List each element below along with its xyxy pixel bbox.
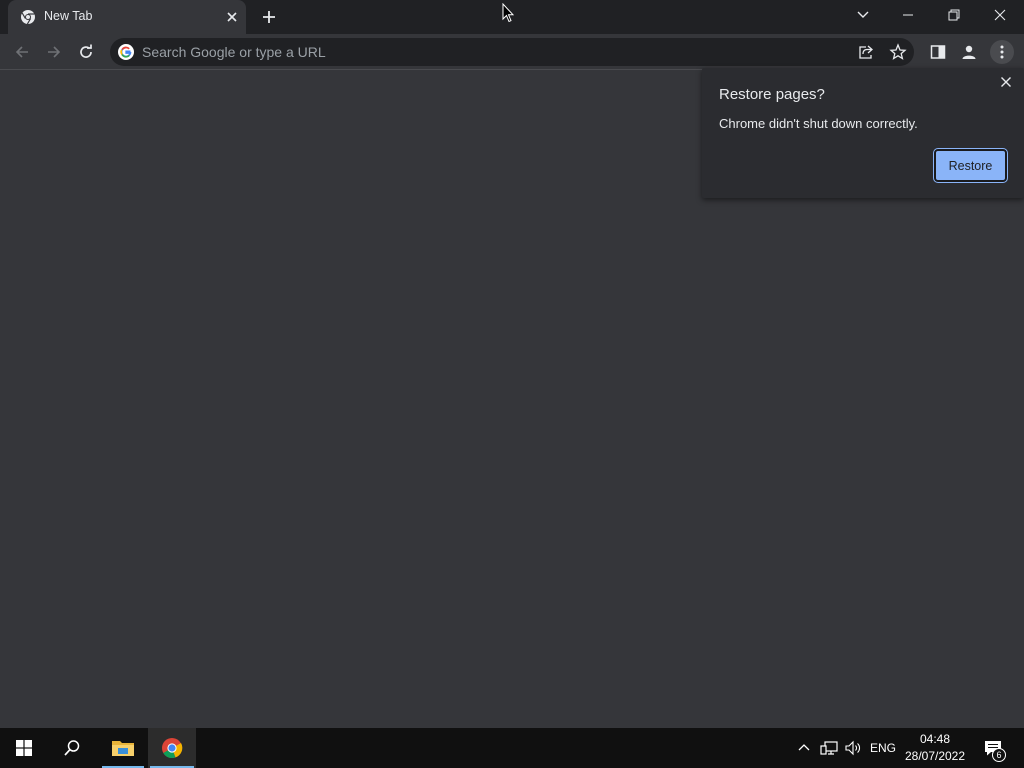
taskbar-file-explorer[interactable] <box>100 728 146 768</box>
minimize-icon <box>903 14 913 16</box>
search-icon <box>64 740 80 756</box>
close-icon <box>994 9 1006 21</box>
forward-button[interactable] <box>42 40 66 64</box>
chrome-icon <box>162 738 183 759</box>
address-bar-input[interactable] <box>142 38 822 66</box>
mouse-cursor-icon <box>502 3 514 23</box>
back-button[interactable] <box>10 40 34 64</box>
minimize-button[interactable] <box>885 0 931 30</box>
dialog-message: Chrome didn't shut down correctly. <box>719 116 918 131</box>
arrow-left-icon <box>15 46 28 58</box>
profile-button[interactable] <box>957 40 981 64</box>
star-icon[interactable] <box>889 43 907 61</box>
input-language-indicator[interactable]: ENG <box>868 728 898 768</box>
share-icon[interactable] <box>857 43 875 61</box>
start-button[interactable] <box>0 728 48 768</box>
folder-icon <box>112 741 134 756</box>
kebab-menu-icon <box>1000 45 1004 59</box>
restore-window-button[interactable] <box>931 0 977 30</box>
tab-new-tab[interactable]: New Tab <box>8 0 246 34</box>
volume-icon <box>845 740 860 756</box>
side-panel-icon <box>930 45 946 59</box>
omnibox[interactable] <box>110 38 914 66</box>
tray-overflow-button[interactable] <box>794 728 814 768</box>
clock-date: 28/07/2022 <box>904 749 966 763</box>
restore-pages-dialog: Restore pages? Chrome didn't shut down c… <box>702 68 1024 198</box>
reload-button[interactable] <box>74 40 98 64</box>
windows-icon <box>16 740 32 756</box>
network-icon <box>820 741 838 755</box>
notification-count-badge: 6 <box>992 748 1006 762</box>
clock[interactable]: 04:48 28/07/2022 <box>900 731 970 765</box>
network-button[interactable] <box>818 728 840 768</box>
close-icon[interactable] <box>998 74 1014 90</box>
taskbar-search-button[interactable] <box>48 728 96 768</box>
menu-button[interactable] <box>990 40 1014 64</box>
tab-close-icon[interactable] <box>224 9 240 25</box>
person-icon <box>962 45 976 59</box>
restore-button[interactable]: Restore <box>933 148 1008 183</box>
arrow-right-icon <box>48 46 61 58</box>
chrome-icon <box>21 10 35 25</box>
chevron-up-icon <box>798 744 810 751</box>
close-window-button[interactable] <box>977 0 1023 30</box>
tab-search-chevron-down-icon[interactable] <box>853 6 873 24</box>
side-panel-button[interactable] <box>926 40 950 64</box>
google-icon <box>118 44 134 60</box>
tab-title: New Tab <box>44 9 93 23</box>
new-tab-button[interactable] <box>260 8 278 26</box>
dialog-title: Restore pages? <box>719 86 825 103</box>
restore-window-icon <box>948 9 960 21</box>
reload-icon <box>80 44 92 58</box>
browser-toolbar <box>0 34 1024 70</box>
action-center-button[interactable] <box>978 728 1008 768</box>
taskbar: ENG 04:48 28/07/2022 6 <box>0 728 1024 768</box>
taskbar-chrome[interactable] <box>148 728 196 768</box>
volume-button[interactable] <box>842 728 864 768</box>
clock-time: 04:48 <box>919 732 951 746</box>
